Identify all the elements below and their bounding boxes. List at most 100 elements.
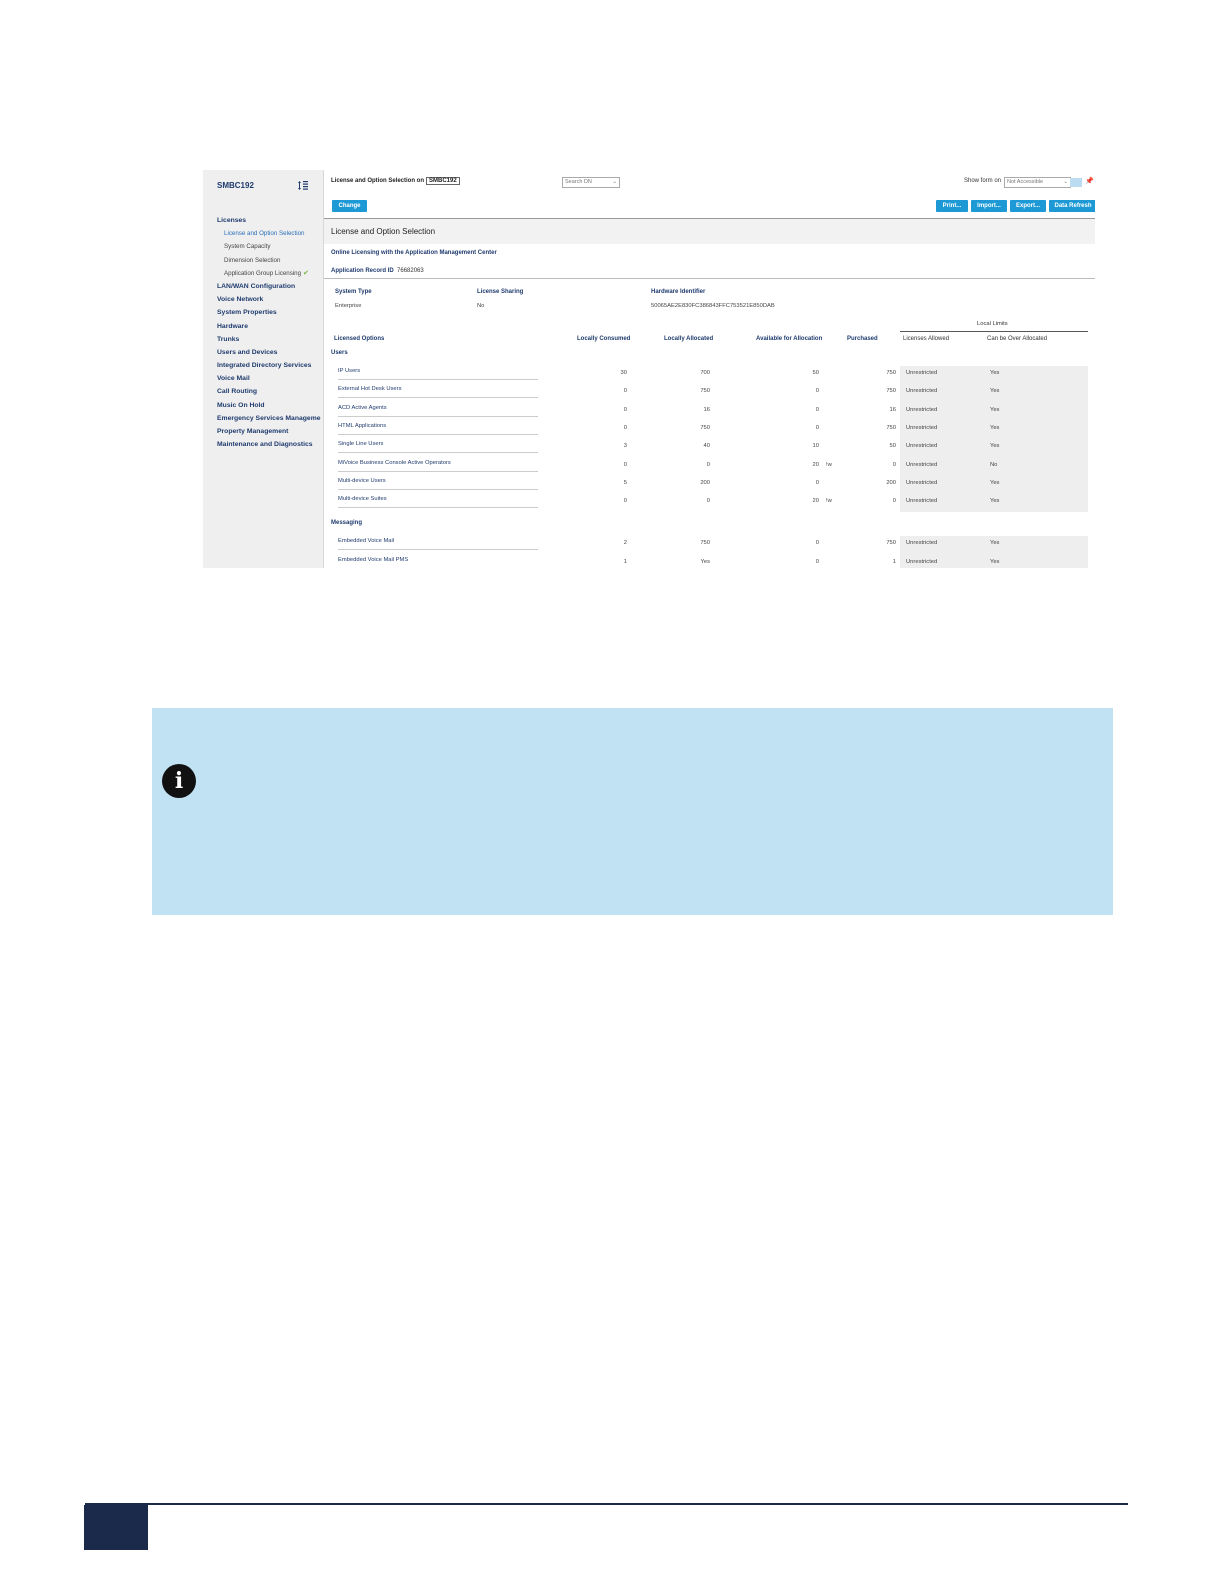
sidebar-item[interactable]: Hardware [217, 320, 327, 333]
show-form-label: Show form on [964, 178, 1002, 184]
locally-allocated-cell[interactable]: 40 [670, 443, 710, 449]
online-licensing-link[interactable]: Online Licensing with the Application Ma… [331, 250, 497, 256]
license-sharing-label: License Sharing [477, 289, 524, 295]
row-underline [338, 488, 538, 490]
row-underline [338, 433, 538, 435]
sidebar-item[interactable]: Application Group Licensing ✔ [217, 267, 327, 280]
breadcrumb-target[interactable]: SMBC192 [426, 177, 460, 185]
locally-allocated-cell[interactable]: 700 [670, 370, 710, 376]
sidebar-item[interactable]: LAN/WAN Configuration [217, 280, 327, 293]
locally-consumed-cell: 30 [620, 370, 627, 376]
licenses-allowed-cell[interactable]: Unrestricted [906, 559, 937, 565]
sidebar-item[interactable]: Dimension Selection [217, 254, 327, 267]
sidebar-item[interactable]: Licenses [217, 214, 327, 227]
over-allocated-cell[interactable]: Yes [990, 370, 999, 376]
export-button[interactable]: Export... [1010, 200, 1046, 212]
option-label: Multi-device Suites [338, 496, 387, 503]
sidebar-nav: Licenses License and Option Selection Syst… [217, 214, 327, 451]
licenses-allowed-cell[interactable]: Unrestricted [906, 443, 937, 449]
locally-allocated-cell[interactable]: 16 [670, 407, 710, 413]
sidebar-item[interactable]: Users and Devices [217, 346, 327, 359]
locally-allocated-cell[interactable]: 0 [670, 498, 710, 504]
sort-list-icon[interactable] [298, 180, 308, 191]
top-bar: License and Option Selection on SMBC192 S… [324, 177, 1095, 189]
sidebar-item[interactable]: Trunks [217, 333, 327, 346]
import-button[interactable]: Import... [971, 200, 1007, 212]
print-button[interactable]: Print... [936, 200, 968, 212]
sidebar-item[interactable]: Integrated Directory Services [217, 359, 327, 372]
row-underline [338, 379, 538, 380]
locally-allocated-cell[interactable]: 0 [670, 462, 710, 468]
over-allocated-cell[interactable]: No [990, 462, 997, 468]
table-row: Multi-device Users 5 200 0 200 Unrestricted Ye… [324, 476, 1095, 494]
locally-allocated-cell[interactable]: 200 [670, 480, 710, 486]
purchased-cell: 750 [886, 424, 896, 431]
col-available: Available for Allocation [756, 336, 823, 342]
sidebar-item[interactable]: Emergency Services Manageme [217, 412, 327, 425]
available-cell: 0 [815, 479, 819, 486]
pin-icon[interactable]: 📌 [1085, 177, 1094, 185]
row-underline [338, 452, 538, 454]
sidebar-item[interactable]: System Capacity [217, 240, 327, 253]
licenses-allowed-cell[interactable]: Unrestricted [906, 480, 937, 486]
locally-consumed-cell: 0 [623, 498, 627, 505]
application-record: Application Record ID 76682063 [331, 268, 424, 274]
sidebar-item[interactable]: License and Option Selection [217, 227, 327, 240]
sidebar-item[interactable]: Voice Network [217, 293, 327, 306]
col-licenses-allowed: Licenses Allowed [903, 336, 950, 342]
over-allocated-cell[interactable]: Yes [990, 498, 999, 504]
locally-consumed-cell: 2 [623, 540, 627, 547]
locally-allocated-cell[interactable]: 750 [670, 425, 710, 431]
licenses-allowed-cell[interactable]: Unrestricted [906, 370, 937, 376]
locally-allocated-cell[interactable]: 750 [670, 388, 710, 394]
show-form-select[interactable]: Not Accessible ⌄ [1004, 177, 1071, 188]
over-allocated-cell[interactable]: Yes [990, 443, 999, 449]
form-title: License and Option Selection [331, 227, 436, 236]
sidebar-item-label: Licenses [217, 217, 247, 224]
over-allocated-cell[interactable]: Yes [990, 388, 999, 394]
licenses-allowed-cell[interactable]: Unrestricted [906, 407, 937, 413]
chevron-down-icon: ⌄ [612, 179, 617, 185]
sidebar-item[interactable]: Maintenance and Diagnostics [217, 438, 327, 451]
sidebar-item[interactable]: System Properties [217, 306, 327, 319]
over-allocated-cell[interactable]: Yes [990, 425, 999, 431]
search-dn-select[interactable]: Search DN ⌄ [562, 177, 620, 188]
col-licensed-options: Licensed Options [334, 336, 385, 342]
sidebar-item[interactable]: Call Routing [217, 385, 327, 398]
purchased-cell: 0 [892, 498, 896, 505]
row-underline [338, 549, 538, 551]
over-allocated-cell[interactable]: Yes [990, 480, 999, 486]
locally-allocated-cell[interactable]: 750 [670, 540, 710, 546]
table-row: Embedded Voice Mail PMS 1 Yes 0 1 Unrestricte… [324, 555, 1095, 568]
sidebar-item[interactable]: Music On Hold [217, 399, 327, 412]
option-label: ACD Active Agents [338, 404, 387, 411]
sidebar-item-label: Property Management [217, 428, 289, 435]
local-limits-divider [900, 331, 1088, 332]
locally-consumed-cell: 0 [623, 424, 627, 431]
licenses-allowed-cell[interactable]: Unrestricted [906, 388, 937, 394]
breadcrumb: License and Option Selection on SMBC192 [331, 177, 460, 185]
option-label: Embedded Voice Mail PMS [338, 556, 409, 563]
over-allocated-cell[interactable]: Yes [990, 540, 999, 546]
toggle-box[interactable] [1070, 178, 1082, 187]
licenses-allowed-cell[interactable]: Unrestricted [906, 498, 937, 504]
licenses-allowed-cell[interactable]: Unrestricted [906, 540, 937, 546]
available-cell: 50 [812, 370, 819, 376]
purchased-cell: 1 [892, 558, 896, 565]
over-allocated-cell[interactable]: Yes [990, 559, 999, 565]
licenses-allowed-cell[interactable]: Unrestricted [906, 462, 937, 468]
sidebar-item[interactable]: Property Management [217, 425, 327, 438]
licenses-allowed-cell[interactable]: Unrestricted [906, 425, 937, 431]
warning-flag: !w [826, 498, 832, 505]
col-over-allocated: Can be Over Allocated [987, 336, 1048, 342]
over-allocated-cell[interactable]: Yes [990, 407, 999, 413]
info-note: i [152, 708, 1113, 915]
locally-allocated-cell[interactable]: Yes [670, 559, 710, 565]
change-button[interactable]: Change [332, 200, 367, 212]
system-type-label: System Type [335, 289, 372, 295]
sidebar-item[interactable]: Voice Mail [217, 372, 327, 385]
data-refresh-button[interactable]: Data Refresh [1049, 200, 1095, 212]
table-row: IP Users 30 700 50 750 Unrestricted Yes [324, 366, 1095, 384]
available-cell: 0 [815, 540, 819, 547]
breadcrumb-label: License and Option Selection on [331, 178, 425, 184]
